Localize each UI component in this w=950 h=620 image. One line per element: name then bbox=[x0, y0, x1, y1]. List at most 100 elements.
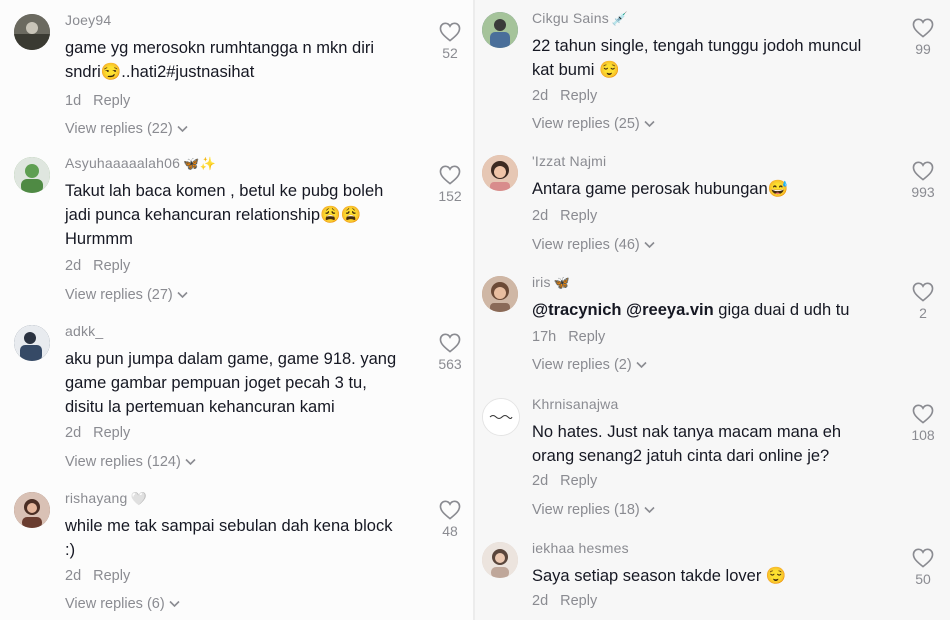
username[interactable]: Joey94 bbox=[65, 12, 111, 28]
heart-icon bbox=[901, 404, 945, 424]
timestamp: 17h bbox=[532, 329, 557, 345]
avatar[interactable] bbox=[482, 12, 518, 48]
avatar[interactable] bbox=[482, 398, 520, 436]
like-button[interactable]: 2 bbox=[901, 282, 945, 321]
comments-screenshot: Joey94 game yg merosokn rumhtangga n mkn… bbox=[0, 0, 950, 620]
view-replies-label: View replies (46) bbox=[532, 237, 640, 253]
like-button[interactable]: 99 bbox=[901, 18, 945, 57]
view-replies-label: View replies (2) bbox=[532, 357, 632, 373]
view-replies-label: View replies (18) bbox=[532, 502, 640, 518]
chevron-down-icon bbox=[644, 237, 655, 253]
comment-meta: 2d Reply bbox=[65, 258, 130, 274]
reply-button[interactable]: Reply bbox=[93, 425, 130, 441]
timestamp: 2d bbox=[65, 425, 82, 441]
heart-icon bbox=[428, 165, 472, 185]
reply-button[interactable]: Reply bbox=[560, 473, 597, 489]
like-count: 2 bbox=[919, 305, 927, 321]
reply-button[interactable]: Reply bbox=[568, 329, 605, 345]
reply-button[interactable]: Reply bbox=[560, 88, 597, 104]
timestamp: 2d bbox=[65, 568, 82, 584]
mention-link[interactable]: @reeya.vin bbox=[626, 301, 714, 319]
like-button[interactable]: 993 bbox=[901, 161, 945, 200]
reply-button[interactable]: Reply bbox=[93, 93, 130, 109]
like-count: 99 bbox=[915, 41, 931, 57]
view-replies-button[interactable]: View replies (27) bbox=[65, 287, 188, 303]
view-replies-button[interactable]: View replies (6) bbox=[65, 596, 180, 612]
like-count: 108 bbox=[911, 427, 935, 443]
comment-meta: 2d Reply bbox=[532, 593, 597, 609]
timestamp: 2d bbox=[532, 88, 549, 104]
comment-meta: 2d Reply bbox=[65, 568, 130, 584]
comment-meta: 1d Reply bbox=[65, 93, 130, 109]
heart-icon bbox=[428, 500, 472, 520]
heart-icon bbox=[428, 22, 472, 42]
username[interactable]: iris 🦋 bbox=[532, 274, 570, 291]
mention-link[interactable]: @tracynich bbox=[532, 301, 621, 319]
chevron-down-icon bbox=[636, 357, 647, 373]
like-count: 152 bbox=[438, 188, 462, 204]
avatar[interactable] bbox=[14, 14, 50, 50]
username-emoji: 🤍 bbox=[130, 491, 147, 506]
like-count: 52 bbox=[442, 45, 458, 61]
heart-icon bbox=[901, 548, 945, 568]
view-replies-label: View replies (22) bbox=[65, 121, 173, 137]
comment-text: No hates. Just nak tanya macam mana eh o… bbox=[532, 423, 842, 465]
reply-button[interactable]: Reply bbox=[93, 568, 130, 584]
reply-button[interactable]: Reply bbox=[560, 593, 597, 609]
view-replies-button[interactable]: View replies (46) bbox=[532, 237, 655, 253]
timestamp: 1d bbox=[65, 93, 82, 109]
comment-text: Antara game perosak hubungan😅 bbox=[532, 180, 789, 198]
avatar[interactable] bbox=[482, 276, 518, 312]
like-button[interactable]: 48 bbox=[428, 500, 472, 539]
heart-icon bbox=[428, 333, 472, 353]
comment-meta: 2d Reply bbox=[532, 88, 597, 104]
username[interactable]: iekhaa hesmes bbox=[532, 540, 629, 556]
comment-text: aku pun jumpa dalam game, game 918. yang… bbox=[65, 350, 397, 416]
heart-icon bbox=[901, 282, 945, 302]
view-replies-label: View replies (25) bbox=[532, 116, 640, 132]
like-button[interactable]: 152 bbox=[428, 165, 472, 204]
like-button[interactable]: 108 bbox=[901, 404, 945, 443]
username[interactable]: Khrnisanajwa bbox=[532, 396, 618, 412]
username[interactable]: adkk_ bbox=[65, 323, 103, 339]
like-count: 50 bbox=[915, 571, 931, 587]
comment-meta: 2d Reply bbox=[532, 208, 597, 224]
view-replies-button[interactable]: View replies (25) bbox=[532, 116, 655, 132]
view-replies-label: View replies (27) bbox=[65, 287, 173, 303]
chevron-down-icon bbox=[185, 454, 196, 470]
like-count: 48 bbox=[442, 523, 458, 539]
avatar[interactable] bbox=[14, 325, 50, 361]
username[interactable]: Cikgu Sains 💉 bbox=[532, 10, 628, 27]
username-emoji: 🦋 bbox=[553, 275, 571, 290]
username-emoji: 🦋✨ bbox=[183, 156, 216, 171]
username[interactable]: Asyuhaaaaalah06 🦋✨ bbox=[65, 155, 216, 172]
view-replies-button[interactable]: View replies (124) bbox=[65, 454, 196, 470]
view-replies-label: View replies (6) bbox=[65, 596, 165, 612]
like-button[interactable]: 50 bbox=[901, 548, 945, 587]
heart-icon bbox=[901, 161, 945, 181]
timestamp: 2d bbox=[65, 258, 82, 274]
username[interactable]: rishayang 🤍 bbox=[65, 490, 147, 507]
view-replies-button[interactable]: View replies (18) bbox=[532, 502, 655, 518]
reply-button[interactable]: Reply bbox=[93, 258, 130, 274]
avatar[interactable] bbox=[14, 492, 50, 528]
avatar[interactable] bbox=[482, 155, 518, 191]
username[interactable]: 'Izzat Najmi bbox=[532, 153, 606, 169]
chevron-down-icon bbox=[644, 502, 655, 518]
like-button[interactable]: 52 bbox=[428, 22, 472, 61]
comment-meta: 17h Reply bbox=[532, 329, 605, 345]
username-emoji: 💉 bbox=[611, 11, 629, 26]
comments-column-left: Joey94 game yg merosokn rumhtangga n mkn… bbox=[0, 0, 475, 620]
view-replies-button[interactable]: View replies (2) bbox=[532, 357, 647, 373]
reply-button[interactable]: Reply bbox=[560, 208, 597, 224]
avatar[interactable] bbox=[482, 542, 518, 578]
chevron-down-icon bbox=[169, 596, 180, 612]
like-button[interactable]: 563 bbox=[428, 333, 472, 372]
comment-meta: 2d Reply bbox=[532, 473, 597, 489]
heart-icon bbox=[901, 18, 945, 38]
comment-text: Saya setiap season takde lover 😌 bbox=[532, 567, 787, 585]
timestamp: 2d bbox=[532, 208, 549, 224]
avatar[interactable] bbox=[14, 157, 50, 193]
view-replies-button[interactable]: View replies (22) bbox=[65, 121, 188, 137]
like-count: 563 bbox=[438, 356, 462, 372]
